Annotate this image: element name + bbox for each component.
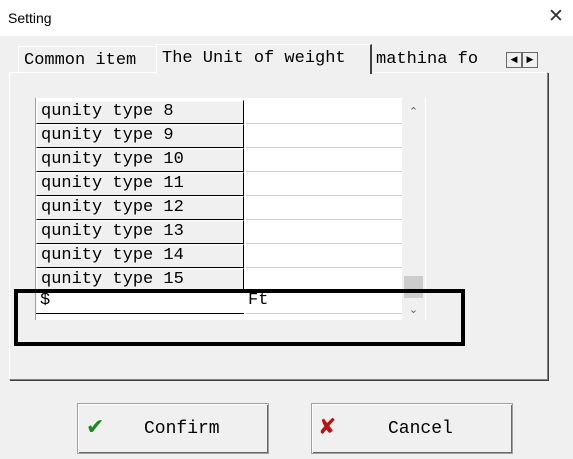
highlight-box	[14, 289, 465, 346]
confirm-button[interactable]: ✔ Confirm	[77, 403, 269, 454]
window-title: Setting	[8, 10, 52, 26]
quantity-name-cell[interactable]: qunity type 12	[36, 196, 244, 220]
quantity-name-cell[interactable]: qunity type 10	[36, 148, 244, 172]
unit-cell[interactable]	[246, 100, 403, 124]
cancel-label: Cancel	[388, 419, 453, 439]
title-bar: Setting ✕	[0, 0, 573, 36]
table-row[interactable]: qunity type 10	[36, 148, 403, 172]
table-row[interactable]: qunity type 13	[36, 220, 403, 244]
table-row[interactable]: qunity type 9	[36, 124, 403, 148]
table-row[interactable]: qunity type 12	[36, 196, 403, 220]
cancel-button[interactable]: ✘ Cancel	[311, 403, 513, 454]
table-row[interactable]: qunity type 14	[36, 244, 403, 268]
tab-unit-of-weight[interactable]: The Unit of weight	[156, 44, 372, 74]
tab-scroll-right-icon[interactable]: ▶	[522, 52, 538, 68]
unit-cell[interactable]	[246, 196, 403, 220]
unit-cell[interactable]	[246, 244, 403, 268]
scroll-up-icon[interactable]: ⌃	[402, 102, 425, 122]
vertical-scrollbar[interactable]: ⌃ ⌄	[402, 98, 425, 320]
tab-scroll-left-icon[interactable]: ◀	[506, 52, 522, 68]
x-icon: ✘	[318, 415, 337, 440]
quantity-name-cell[interactable]: qunity type 13	[36, 220, 244, 244]
quantity-name-cell[interactable]: qunity type 14	[36, 244, 244, 268]
quantity-name-cell[interactable]: qunity type 9	[36, 124, 244, 148]
confirm-label: Confirm	[144, 419, 220, 439]
tab-common-item[interactable]: Common item	[18, 46, 156, 74]
unit-table: qunity type 8 qunity type 9 qunity type …	[35, 98, 426, 320]
unit-cell[interactable]	[246, 220, 403, 244]
tab-mathina[interactable]: mathina fo	[373, 46, 501, 74]
unit-cell[interactable]	[246, 148, 403, 172]
unit-cell[interactable]	[246, 124, 403, 148]
unit-cell[interactable]	[246, 172, 403, 196]
table-row[interactable]: qunity type 8	[36, 100, 403, 124]
check-icon: ✔	[86, 415, 105, 440]
quantity-name-cell[interactable]: qunity type 8	[36, 100, 244, 124]
quantity-name-cell[interactable]: qunity type 11	[36, 172, 244, 196]
table-row[interactable]: qunity type 11	[36, 172, 403, 196]
close-icon[interactable]: ✕	[548, 6, 564, 26]
